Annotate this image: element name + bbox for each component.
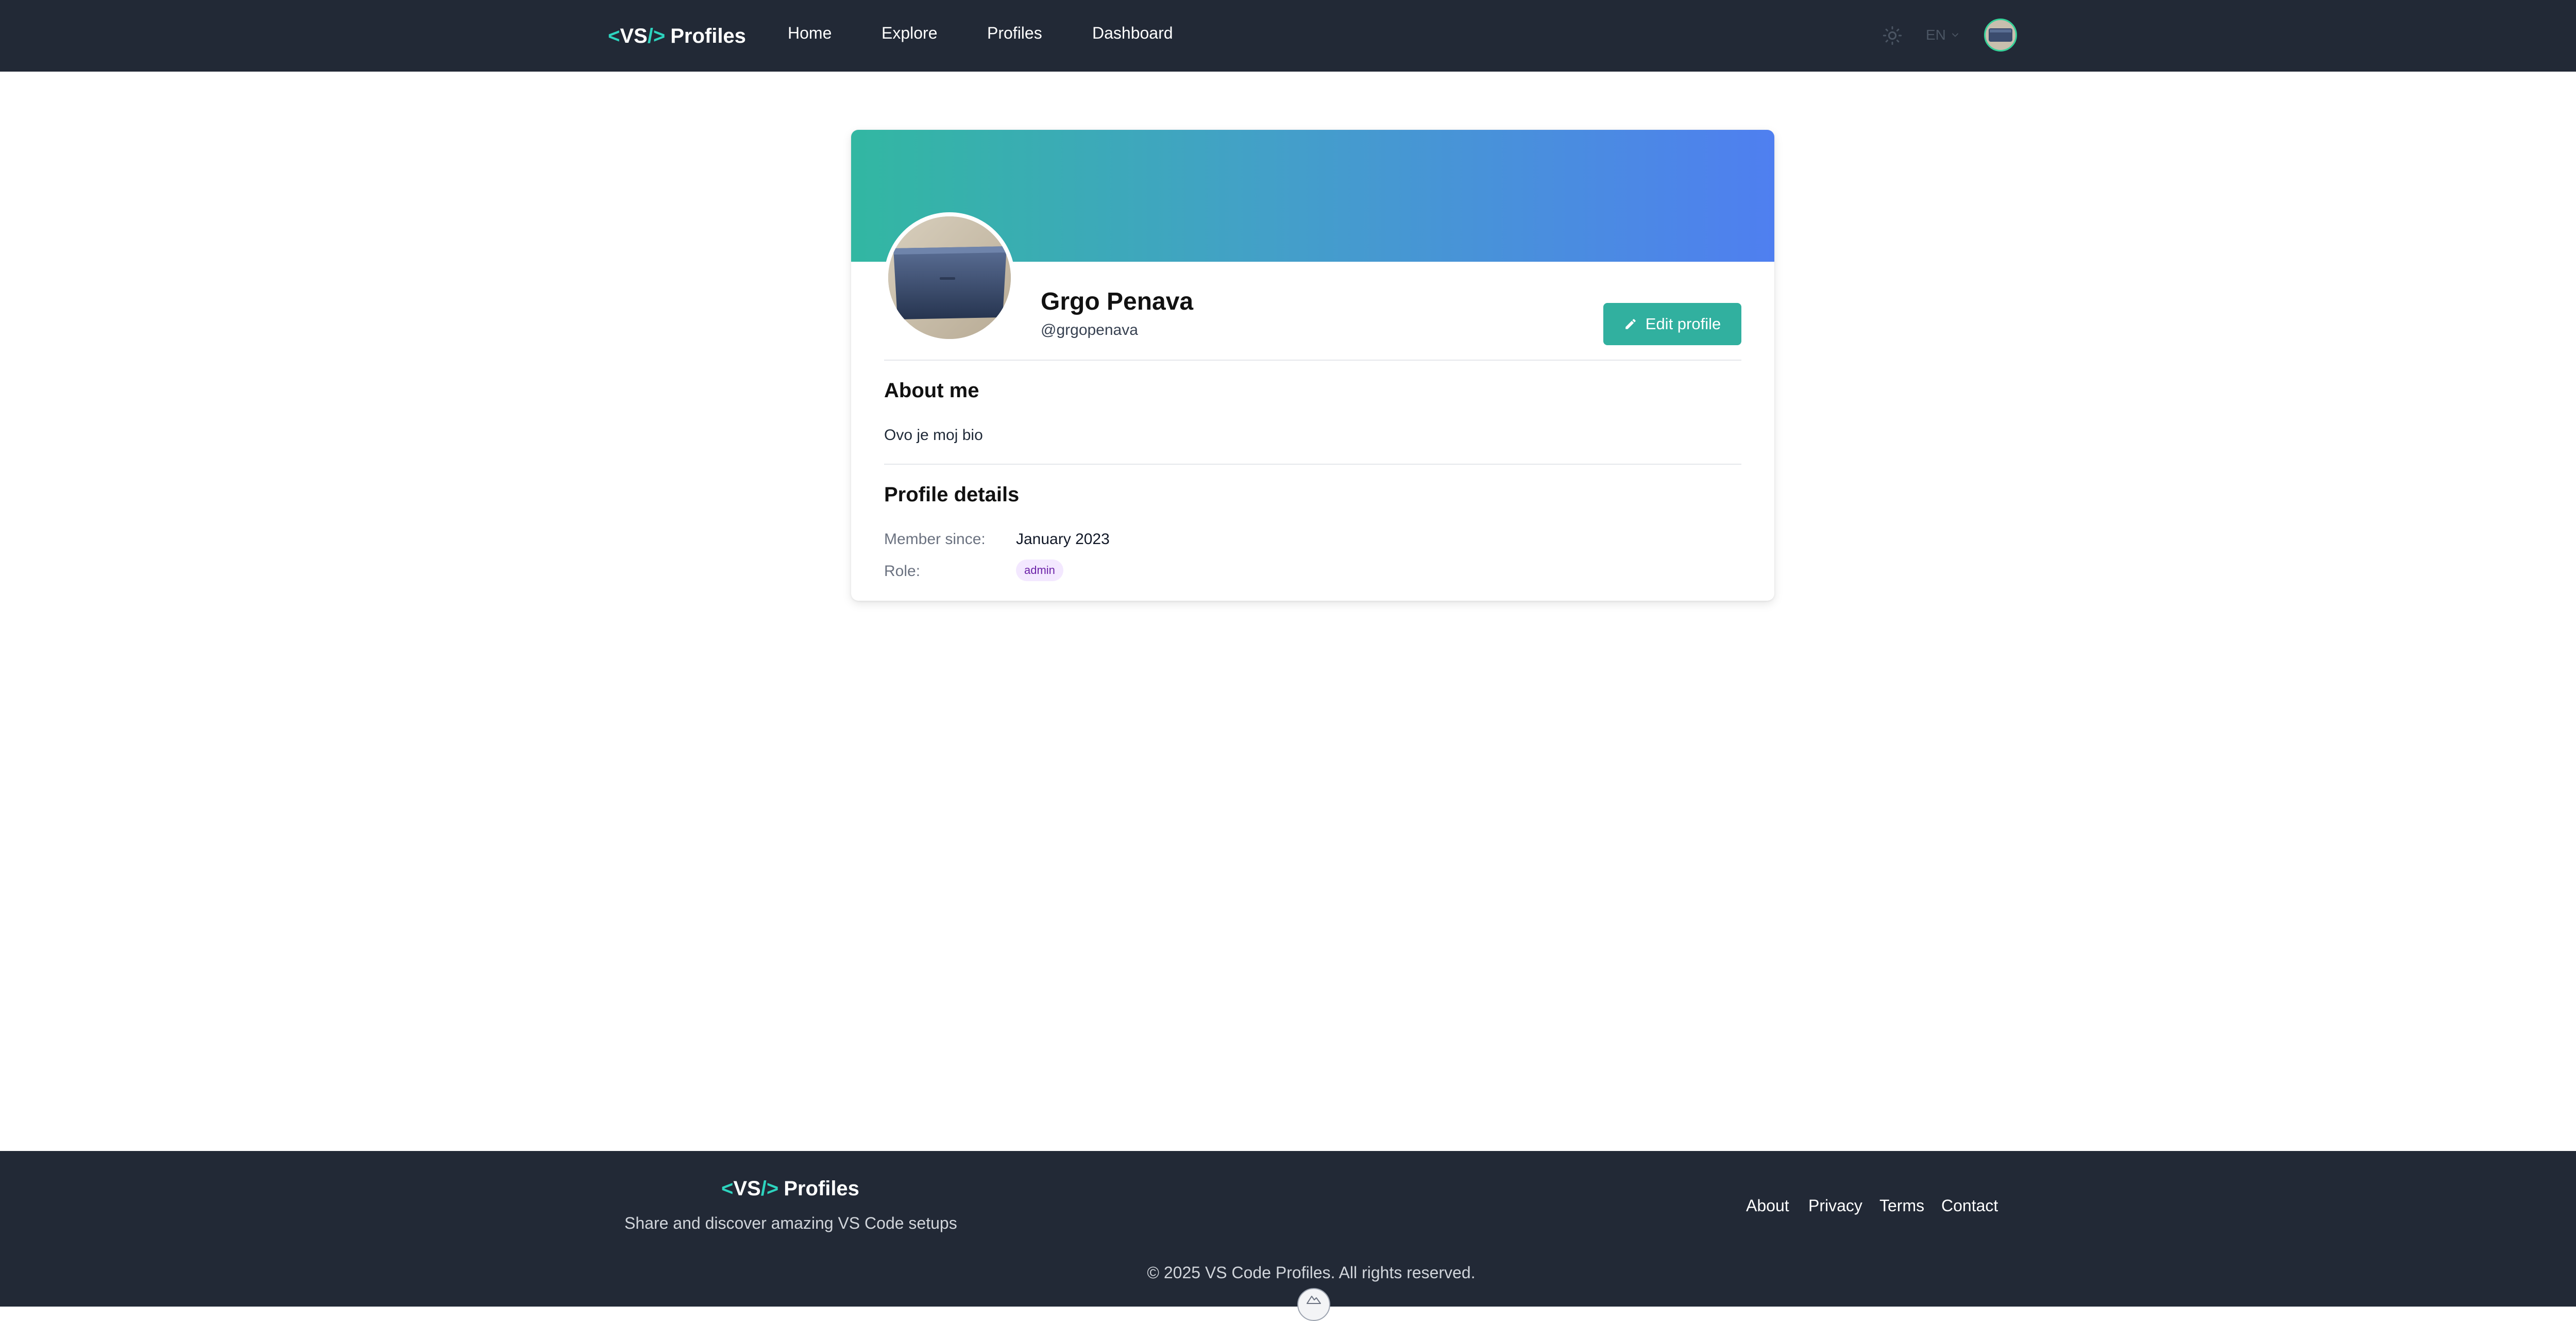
logo-bracket-close: /> bbox=[760, 1177, 779, 1200]
logo-word: Profiles bbox=[784, 1177, 859, 1200]
logo-bracket-open: < bbox=[608, 24, 620, 47]
divider bbox=[884, 360, 1741, 361]
theme-toggle-button[interactable] bbox=[1879, 23, 1905, 48]
language-select[interactable]: EN bbox=[1926, 25, 1960, 45]
footer-link-terms[interactable]: Terms bbox=[1879, 1196, 1924, 1215]
footer-link-contact[interactable]: Contact bbox=[1941, 1196, 1998, 1215]
top-navbar: < VS/> Profiles Home Explore Profiles Dash… bbox=[0, 0, 2576, 72]
language-value: EN bbox=[1926, 27, 1946, 43]
logo-bracket-open: < bbox=[721, 1177, 734, 1200]
bio-text: Ovo je moj bio bbox=[884, 427, 983, 444]
footer-logo[interactable]: < VS/> Profiles bbox=[721, 1175, 859, 1203]
profile-details-heading: Profile details bbox=[884, 483, 1020, 506]
role-badge: admin bbox=[1016, 560, 1063, 581]
member-since-label: Member since: bbox=[884, 531, 986, 548]
logo-bracket-close: /> bbox=[647, 24, 666, 47]
copyright-text: © 2025 VS Code Profiles. All rights rese… bbox=[1147, 1263, 1476, 1282]
sun-icon bbox=[1883, 26, 1902, 45]
edit-profile-label: Edit profile bbox=[1645, 315, 1721, 333]
logo-word: Profiles bbox=[670, 24, 746, 47]
devtools-toggle-button[interactable] bbox=[1297, 1288, 1330, 1321]
profile-photo bbox=[888, 216, 1011, 339]
footer-link-privacy[interactable]: Privacy bbox=[1808, 1196, 1862, 1215]
footer-link-about[interactable]: About bbox=[1746, 1196, 1789, 1215]
user-avatar-menu[interactable] bbox=[1984, 19, 2017, 52]
mountain-icon bbox=[1307, 1296, 1321, 1304]
profile-card: Grgo Penava @grgopenava Edit profile Abo… bbox=[851, 130, 1774, 601]
pencil-icon bbox=[1625, 319, 1636, 329]
logo-vs: VS bbox=[733, 1177, 761, 1200]
site-logo[interactable]: < VS/> Profiles bbox=[608, 21, 746, 52]
profile-avatar bbox=[884, 212, 1015, 343]
edit-profile-button[interactable]: Edit profile bbox=[1603, 303, 1741, 345]
site-footer: < VS/> Profiles Share and discover amazing… bbox=[0, 1151, 2576, 1321]
nav-link-profiles[interactable]: Profiles bbox=[987, 24, 1042, 43]
avatar-image bbox=[1986, 20, 2015, 50]
divider bbox=[884, 464, 1741, 465]
about-me-heading: About me bbox=[884, 379, 979, 402]
footer-tagline: Share and discover amazing VS Code setup… bbox=[624, 1214, 957, 1232]
nav-link-home[interactable]: Home bbox=[788, 24, 832, 43]
chevron-down-icon bbox=[1952, 33, 1958, 37]
member-since-value: January 2023 bbox=[1016, 531, 1110, 548]
profile-name: Grgo Penava bbox=[1041, 288, 1194, 315]
nav-link-dashboard[interactable]: Dashboard bbox=[1092, 24, 1173, 43]
role-label: Role: bbox=[884, 563, 921, 580]
logo-vs: VS bbox=[620, 24, 648, 47]
nav-link-explore[interactable]: Explore bbox=[882, 24, 938, 43]
profile-username: @grgopenava bbox=[1041, 321, 1138, 338]
